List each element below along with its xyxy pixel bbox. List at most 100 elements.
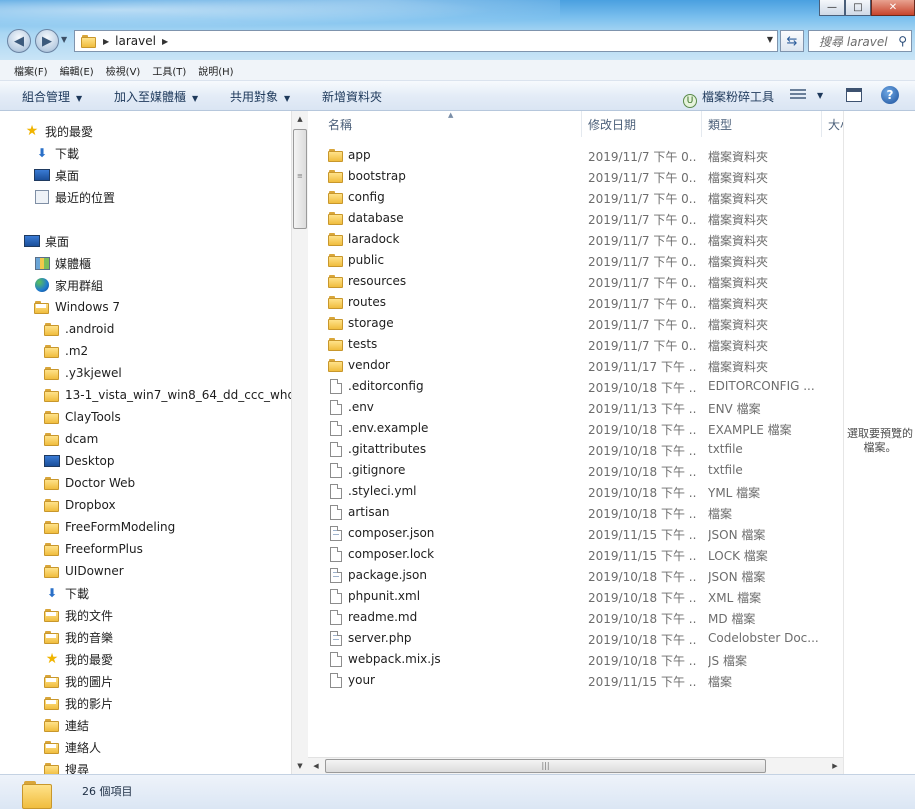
nav-item-documents[interactable]: 我的文件 <box>44 605 113 625</box>
nav-item-windows7[interactable]: Windows 7 <box>34 297 120 317</box>
nav-item-desktop-root[interactable]: 桌面 <box>24 231 69 251</box>
file-name: artisan <box>348 505 390 519</box>
menu-view[interactable]: 檢視(V) <box>106 63 141 78</box>
menu-help[interactable]: 說明(H) <box>198 63 233 78</box>
file-row[interactable]: config 2019/11/7 下午 0... 檔案資料夾 <box>308 186 843 207</box>
nav-item-folder[interactable]: .android <box>44 319 114 339</box>
scroll-up-icon[interactable]: ▲ <box>292 111 308 127</box>
nav-item-folder[interactable]: ClayTools <box>44 407 121 427</box>
file-row[interactable]: .gitattributes 2019/10/18 下午 ... txtfile <box>308 438 843 459</box>
maximize-button[interactable]: □ <box>845 0 871 16</box>
nav-item-searches[interactable]: 搜尋 <box>44 759 89 774</box>
column-header-date[interactable]: 修改日期 <box>582 111 702 137</box>
file-row[interactable]: routes 2019/11/7 下午 0... 檔案資料夾 <box>308 291 843 312</box>
organize-button[interactable]: 組合管理 ▼ <box>22 88 82 105</box>
nav-item-desktop-folder[interactable]: Desktop <box>44 451 115 471</box>
scroll-down-icon[interactable]: ▼ <box>292 758 308 774</box>
file-row[interactable]: .gitignore 2019/10/18 下午 ... txtfile <box>308 459 843 480</box>
file-name-cell: vendor <box>328 357 390 373</box>
nav-item-folder[interactable]: dcam <box>44 429 98 449</box>
file-row[interactable]: app 2019/11/7 下午 0... 檔案資料夾 <box>308 144 843 165</box>
shredder-button[interactable]: U 檔案粉碎工具 <box>683 88 774 108</box>
breadcrumb-chevron-icon[interactable]: ▶ <box>162 37 168 46</box>
new-folder-button[interactable]: 新增資料夾 <box>322 88 382 105</box>
help-icon[interactable]: ? <box>881 86 899 104</box>
nav-item-desktop[interactable]: 桌面 <box>34 165 79 185</box>
breadcrumb-chevron-icon[interactable]: ▶ <box>103 37 109 46</box>
file-list-horizontal-scrollbar[interactable]: ◀ ||| ▶ <box>308 757 843 774</box>
file-row[interactable]: composer.lock 2019/11/15 下午 ... LOCK 檔案 <box>308 543 843 564</box>
scrollbar-thumb[interactable]: ≡ <box>293 129 307 229</box>
file-row[interactable]: webpack.mix.js 2019/10/18 下午 ... JS 檔案 <box>308 648 843 669</box>
nav-item-contacts[interactable]: 連絡人 <box>44 737 101 757</box>
file-row[interactable]: database 2019/11/7 下午 0... 檔案資料夾 <box>308 207 843 228</box>
file-row[interactable]: composer.json 2019/11/15 下午 ... JSON 檔案 <box>308 522 843 543</box>
nav-item-downloads-user[interactable]: ⬇ 下載 <box>44 583 89 603</box>
preview-pane-icon[interactable] <box>846 88 862 102</box>
scrollbar-thumb[interactable]: ||| <box>325 759 766 773</box>
nav-favorites[interactable]: ★ 我的最愛 <box>24 121 93 141</box>
nav-item-folder[interactable]: FreeFormModeling <box>44 517 175 537</box>
nav-item-videos[interactable]: 我的影片 <box>44 693 113 713</box>
nav-item-pictures[interactable]: 我的圖片 <box>44 671 113 691</box>
search-icon[interactable]: ⚲ <box>898 34 907 48</box>
file-row[interactable]: readme.md 2019/10/18 下午 ... MD 檔案 <box>308 606 843 627</box>
file-row[interactable]: .env 2019/11/13 下午 ... ENV 檔案 <box>308 396 843 417</box>
file-row[interactable]: resources 2019/11/7 下午 0... 檔案資料夾 <box>308 270 843 291</box>
refresh-button[interactable]: ⇆ <box>780 30 804 52</box>
nav-item-folder[interactable]: Dropbox <box>44 495 116 515</box>
address-dropdown-icon[interactable]: ▼ <box>767 35 773 44</box>
nav-item-libraries[interactable]: 媒體櫃 <box>34 253 91 273</box>
nav-item-recent-places[interactable]: 最近的位置 <box>34 187 115 207</box>
nav-item-folder[interactable]: Doctor Web <box>44 473 135 493</box>
recent-pages-dropdown[interactable]: ▼ <box>61 35 67 44</box>
nav-item-folder[interactable]: .m2 <box>44 341 88 361</box>
file-row[interactable]: vendor 2019/11/17 下午 ... 檔案資料夾 <box>308 354 843 375</box>
share-with-button[interactable]: 共用對象 ▼ <box>230 88 290 105</box>
menu-tools[interactable]: 工具(T) <box>152 63 186 78</box>
file-row[interactable]: bootstrap 2019/11/7 下午 0... 檔案資料夾 <box>308 165 843 186</box>
minimize-button[interactable]: — <box>819 0 845 16</box>
breadcrumb-laravel[interactable]: laravel <box>115 34 156 48</box>
back-button[interactable]: ◀ <box>7 29 31 53</box>
downloads-folder-icon: ⬇ <box>46 586 58 600</box>
view-options-dropdown[interactable]: ▼ <box>817 91 823 100</box>
file-row[interactable]: storage 2019/11/7 下午 0... 檔案資料夾 <box>308 312 843 333</box>
file-row[interactable]: phpunit.xml 2019/10/18 下午 ... XML 檔案 <box>308 585 843 606</box>
file-row[interactable]: artisan 2019/10/18 下午 ... 檔案 <box>308 501 843 522</box>
file-row[interactable]: laradock 2019/11/7 下午 0... 檔案資料夾 <box>308 228 843 249</box>
column-header-type[interactable]: 類型 <box>702 111 822 137</box>
nav-item-folder[interactable]: FreeformPlus <box>44 539 143 559</box>
column-header-size[interactable]: 大小 <box>822 111 843 137</box>
file-row[interactable]: server.php 2019/10/18 下午 ... Codelobster D… <box>308 627 843 648</box>
menu-file[interactable]: 檔案(F) <box>14 63 48 78</box>
menu-edit[interactable]: 編輯(E) <box>60 63 94 78</box>
nav-item-folder[interactable]: .y3kjewel <box>44 363 122 383</box>
file-row[interactable]: .editorconfig 2019/10/18 下午 ... EDITORCONF… <box>308 375 843 396</box>
change-view-icon[interactable] <box>790 89 806 101</box>
file-row[interactable]: public 2019/11/7 下午 0... 檔案資料夾 <box>308 249 843 270</box>
close-button[interactable]: ✕ <box>871 0 915 16</box>
add-to-library-button[interactable]: 加入至媒體櫃 ▼ <box>114 88 198 105</box>
nav-item-folder[interactable]: UIDowner <box>44 561 124 581</box>
forward-button[interactable]: ▶ <box>35 29 59 53</box>
folder-icon <box>328 357 344 373</box>
search-input[interactable]: 搜尋 laravel ⚲ <box>808 30 912 52</box>
scroll-right-icon[interactable]: ▶ <box>827 758 843 774</box>
file-row[interactable]: .styleci.yml 2019/10/18 下午 ... YML 檔案 <box>308 480 843 501</box>
nav-item-favorites[interactable]: ★ 我的最愛 <box>44 649 113 669</box>
address-bar[interactable]: ▶ laravel ▶ ▼ <box>74 30 778 52</box>
file-name: app <box>348 148 371 162</box>
scroll-left-icon[interactable]: ◀ <box>308 758 324 774</box>
nav-item-links[interactable]: 連結 <box>44 715 89 735</box>
nav-item-homegroup[interactable]: 家用群組 <box>34 275 103 295</box>
file-row[interactable]: .env.example 2019/10/18 下午 ... EXAMPLE 檔案 <box>308 417 843 438</box>
file-date: 2019/10/18 下午 ... <box>588 612 696 626</box>
file-row[interactable]: your 2019/11/15 下午 ... 檔案 <box>308 669 843 690</box>
nav-pane-scrollbar[interactable]: ▲ ≡ ▼ <box>291 111 308 774</box>
nav-item-downloads[interactable]: ⬇ 下載 <box>34 143 79 163</box>
nav-item-folder[interactable]: 13-1_vista_win7_win8_64_dd_ccc_whql <box>44 385 291 405</box>
file-row[interactable]: tests 2019/11/7 下午 0... 檔案資料夾 <box>308 333 843 354</box>
file-row[interactable]: package.json 2019/10/18 下午 ... JSON 檔案 <box>308 564 843 585</box>
nav-item-music[interactable]: 我的音樂 <box>44 627 113 647</box>
